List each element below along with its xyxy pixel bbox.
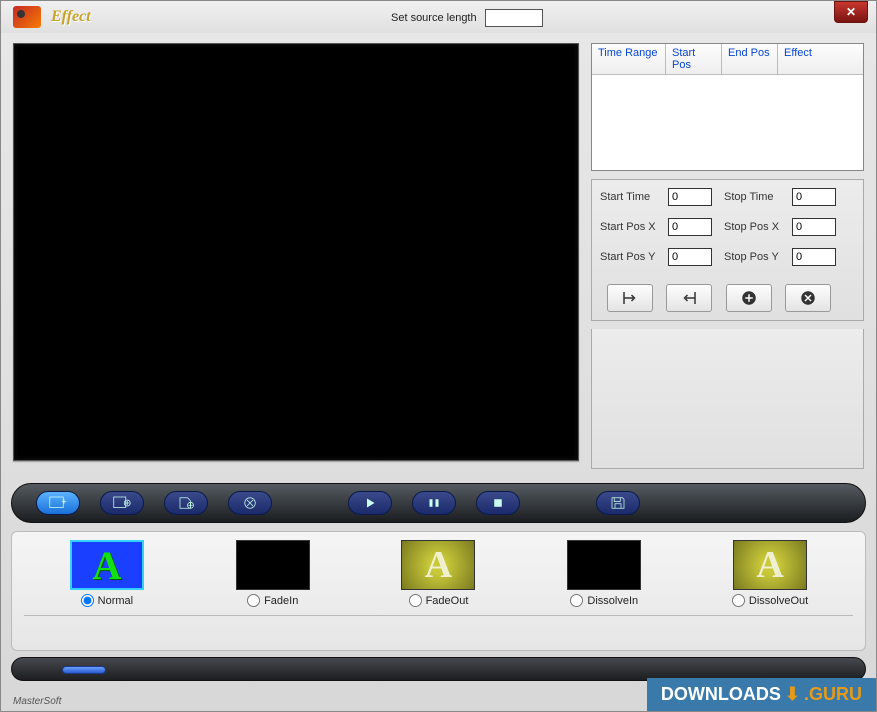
select-end-button[interactable] xyxy=(666,284,712,312)
add-clip-button[interactable] xyxy=(100,491,144,515)
footer-brand: MasterSoft xyxy=(13,696,61,707)
effect-list[interactable]: Time Range Start Pos End Pos Effect xyxy=(591,43,864,171)
thumb-fadeout[interactable]: A xyxy=(401,540,475,590)
stop-button[interactable] xyxy=(476,491,520,515)
cancel-circle-icon xyxy=(799,289,817,307)
effects-strip: A Normal FadeIn A FadeOut xyxy=(11,531,866,651)
effect-window: Effect ✕ Set source length Time Range St… xyxy=(0,0,877,712)
toolbar xyxy=(11,483,866,523)
thumb-dissolveout[interactable]: A xyxy=(733,540,807,590)
titlebar: Effect ✕ Set source length xyxy=(1,1,876,33)
spacer-panel xyxy=(591,329,864,469)
thumb-normal[interactable]: A xyxy=(70,540,144,590)
preview-canvas xyxy=(13,43,579,461)
radio-fadein[interactable] xyxy=(247,594,260,607)
start-posx-input[interactable] xyxy=(668,218,712,236)
stop-time-label: Stop Time xyxy=(724,191,782,203)
stop-posy-input[interactable] xyxy=(792,248,836,266)
thumb-fadein[interactable] xyxy=(236,540,310,590)
col-start-pos[interactable]: Start Pos xyxy=(666,44,722,74)
pause-button[interactable] xyxy=(412,491,456,515)
col-time-range[interactable]: Time Range xyxy=(592,44,666,74)
watermark-pre: DOWNLOADS xyxy=(661,684,781,705)
stop-posy-label: Stop Pos Y xyxy=(724,251,782,263)
delete-button[interactable] xyxy=(228,491,272,515)
source-length-label: Set source length xyxy=(391,12,477,24)
label-fadein: FadeIn xyxy=(264,595,298,607)
label-dissolvein: DissolveIn xyxy=(587,595,638,607)
start-posy-label: Start Pos Y xyxy=(600,251,658,263)
radio-dissolvein[interactable] xyxy=(570,594,583,607)
source-length-input[interactable] xyxy=(485,9,543,27)
col-effect[interactable]: Effect xyxy=(778,44,863,74)
position-box: Start Time Stop Time Start Pos X Stop Po… xyxy=(591,179,864,321)
add-file-icon xyxy=(177,496,195,510)
stop-posx-input[interactable] xyxy=(792,218,836,236)
stop-icon xyxy=(489,496,507,510)
effect-normal: A Normal xyxy=(32,540,182,607)
save-button[interactable] xyxy=(596,491,640,515)
right-panel: Time Range Start Pos End Pos Effect Star… xyxy=(591,43,864,469)
window-title: Effect xyxy=(51,8,91,26)
add-clip-icon xyxy=(113,496,131,510)
label-fadeout: FadeOut xyxy=(426,595,469,607)
col-end-pos[interactable]: End Pos xyxy=(722,44,778,74)
bracket-end-icon xyxy=(680,289,698,307)
effect-dissolvein: DissolveIn xyxy=(529,540,679,607)
app-icon xyxy=(13,6,41,28)
close-icon: ✕ xyxy=(846,5,856,19)
add-button[interactable] xyxy=(726,284,772,312)
start-time-input[interactable] xyxy=(668,188,712,206)
watermark: DOWNLOADS ⬇ .GURU xyxy=(647,678,876,711)
download-arrow-icon: ⬇ xyxy=(785,684,800,705)
watermark-post: .GURU xyxy=(804,684,862,705)
label-normal: Normal xyxy=(98,595,133,607)
bracket-start-icon xyxy=(621,289,639,307)
start-posx-label: Start Pos X xyxy=(600,221,658,233)
list-header: Time Range Start Pos End Pos Effect xyxy=(592,44,863,75)
close-button[interactable]: ✕ xyxy=(834,1,868,23)
new-frame-icon xyxy=(49,496,67,510)
remove-button[interactable] xyxy=(785,284,831,312)
stop-posx-label: Stop Pos X xyxy=(724,221,782,233)
new-frame-button[interactable] xyxy=(36,491,80,515)
effect-fadeout: A FadeOut xyxy=(363,540,513,607)
start-time-label: Start Time xyxy=(600,191,658,203)
start-posy-input[interactable] xyxy=(668,248,712,266)
add-file-button[interactable] xyxy=(164,491,208,515)
play-button[interactable] xyxy=(348,491,392,515)
stop-time-input[interactable] xyxy=(792,188,836,206)
effect-fadein: FadeIn xyxy=(198,540,348,607)
plus-circle-icon xyxy=(740,289,758,307)
label-dissolveout: DissolveOut xyxy=(749,595,808,607)
thumb-dissolvein[interactable] xyxy=(567,540,641,590)
save-icon xyxy=(609,496,627,510)
pause-icon xyxy=(425,496,443,510)
delete-icon xyxy=(241,496,259,510)
radio-dissolveout[interactable] xyxy=(732,594,745,607)
radio-fadeout[interactable] xyxy=(409,594,422,607)
source-length-row: Set source length xyxy=(391,9,543,27)
select-start-button[interactable] xyxy=(607,284,653,312)
radio-normal[interactable] xyxy=(81,594,94,607)
timeline-segment[interactable] xyxy=(62,666,106,674)
play-icon xyxy=(361,496,379,510)
effect-dissolveout: A DissolveOut xyxy=(695,540,845,607)
